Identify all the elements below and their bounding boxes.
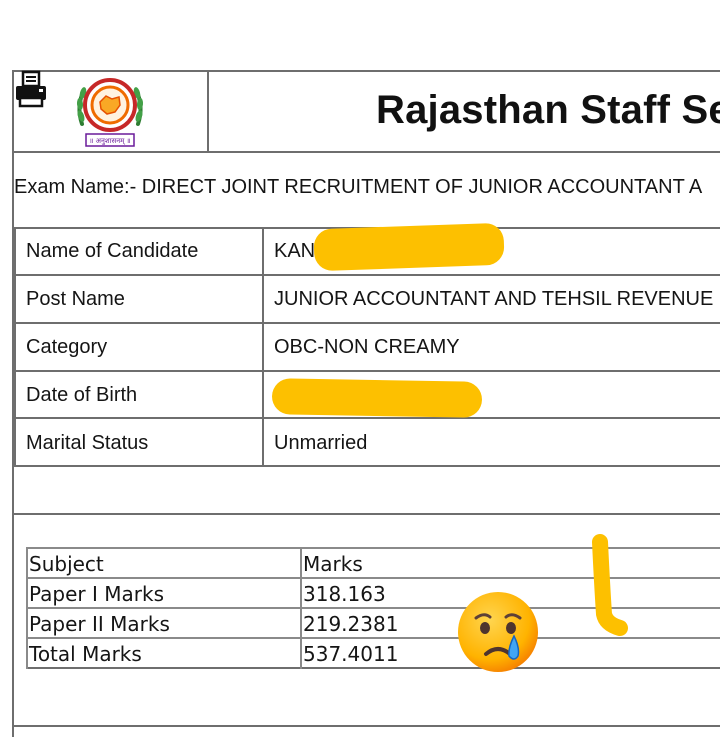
- name-redaction: [313, 222, 505, 272]
- paper-2-marks: 219.2381: [303, 612, 399, 636]
- section-separator: [14, 513, 720, 515]
- marks-left-border: [26, 547, 28, 669]
- rssb-logo: ॥ अनुशासनम् ॥: [76, 78, 144, 147]
- header-divider: [207, 70, 209, 152]
- page-title: Rajasthan Staff Se: [376, 88, 720, 132]
- paper-1-marks: 318.163: [303, 582, 386, 606]
- marks-column-divider: [300, 547, 302, 669]
- details-row-line: [14, 322, 720, 324]
- post-name-label: Post Name: [26, 288, 125, 310]
- logo-motto: ॥ अनुशासनम् ॥: [89, 137, 130, 145]
- category-label: Category: [26, 336, 108, 358]
- details-row-line: [14, 417, 720, 419]
- marks-bottom-border: [26, 667, 720, 669]
- bottom-separator: [14, 725, 720, 727]
- highlight-stroke: [592, 534, 628, 636]
- paper-1-subject: Paper I Marks: [29, 582, 164, 606]
- candidate-name-value: KAN: [274, 240, 316, 262]
- details-bottom-border: [14, 465, 720, 467]
- details-row-line: [14, 370, 720, 372]
- dob-label: Date of Birth: [26, 384, 138, 406]
- printer-icon[interactable]: [14, 70, 48, 108]
- details-left-border: [14, 227, 16, 467]
- marks-header-marks: Marks: [303, 552, 363, 576]
- total-subject: Total Marks: [29, 642, 142, 666]
- total-marks: 537.4011: [303, 642, 399, 666]
- candidate-name-label: Name of Candidate: [26, 240, 199, 262]
- crying-face-emoji: [458, 592, 538, 672]
- details-column-divider: [262, 227, 264, 467]
- marital-status-value: Unmarried: [274, 432, 368, 454]
- post-name-value: JUNIOR ACCOUNTANT AND TEHSIL REVENUE: [274, 288, 714, 310]
- category-value: OBC-NON CREAMY: [274, 336, 460, 358]
- marital-status-label: Marital Status: [26, 432, 149, 454]
- exam-name: Exam Name:- DIRECT JOINT RECRUITMENT OF …: [14, 176, 703, 198]
- header-bottom-border: [12, 151, 720, 153]
- paper-2-subject: Paper II Marks: [29, 612, 170, 636]
- details-row-line: [14, 274, 720, 276]
- dob-redaction: [271, 378, 483, 418]
- marks-header-subject: Subject: [29, 552, 104, 576]
